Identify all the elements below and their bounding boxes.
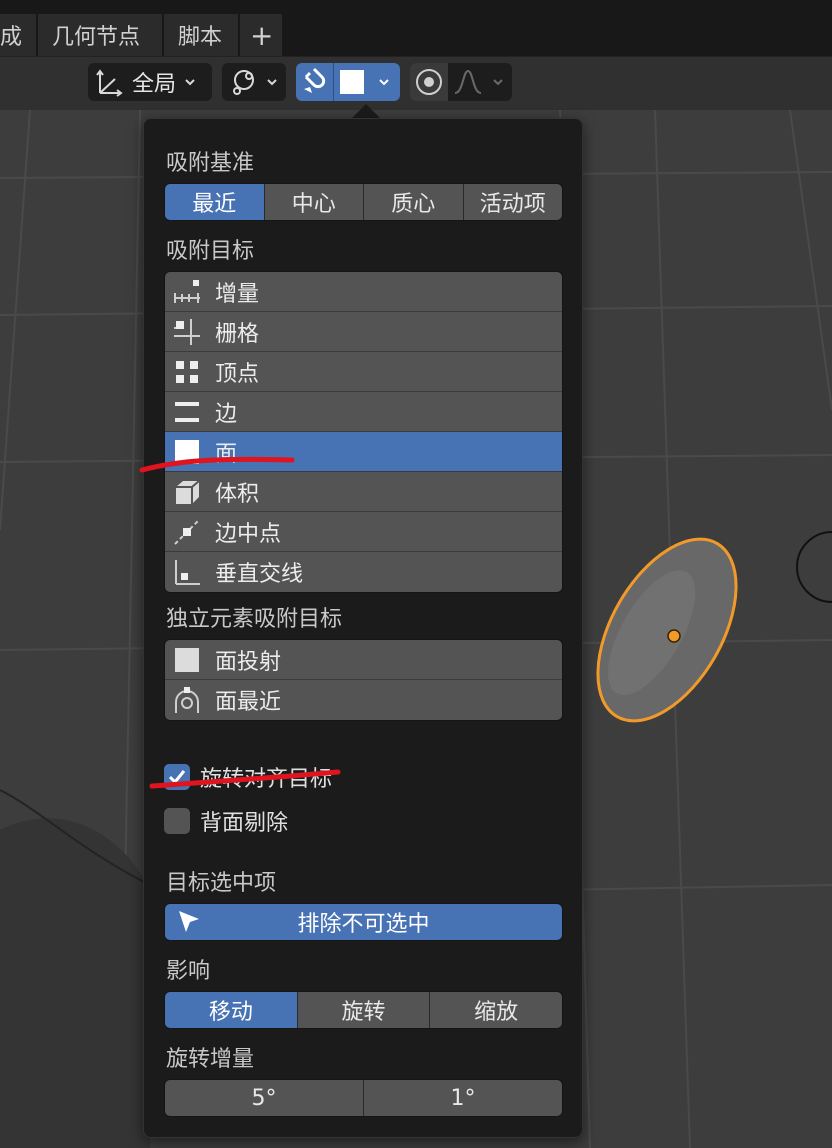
- snap-target-edge[interactable]: 边: [165, 392, 562, 432]
- backface-culling-label: 背面剔除: [200, 811, 289, 836]
- viewport-header: 全局: [0, 56, 832, 110]
- list-item-label: 面: [215, 441, 238, 467]
- grid-icon: [173, 318, 201, 346]
- snap-target-list: 增量 栅格 顶点 边 面 体积 边中点 垂直交线: [164, 271, 563, 593]
- align-rotation-checkbox[interactable]: [164, 764, 190, 790]
- checkmark-icon: [168, 770, 186, 785]
- snap-base-label: 吸附基准: [166, 151, 255, 176]
- face-icon: [173, 438, 201, 466]
- perpendicular-icon: [173, 558, 201, 586]
- snap-target-face[interactable]: 面: [165, 432, 562, 472]
- list-item-label: 垂直交线: [215, 562, 304, 587]
- tab-label: 脚本: [178, 25, 223, 50]
- exclude-nonselectable-button[interactable]: 排除不可选中: [164, 903, 563, 941]
- snap-target-grid[interactable]: 栅格: [165, 312, 562, 352]
- target-selection-label: 目标选中项: [166, 871, 277, 896]
- increment-icon: [173, 278, 201, 306]
- transform-orientation-dropdown[interactable]: 全局: [88, 63, 212, 101]
- snapping-popover: 吸附基准 最近 中心 质心 活动项 吸附目标 增量 栅格 顶点 边 面 体积 边…: [143, 118, 583, 1138]
- tab-scripting[interactable]: 脚本: [164, 14, 238, 56]
- list-item-label: 体积: [215, 481, 260, 507]
- snap-face-icon[interactable]: [334, 69, 370, 95]
- snap-target-edge-center[interactable]: 边中点: [165, 512, 562, 552]
- edge-icon: [173, 398, 201, 426]
- proportional-editing-group: [410, 63, 512, 101]
- magnet-icon[interactable]: [296, 63, 334, 101]
- snap-base-closest[interactable]: 最近: [165, 184, 265, 220]
- snap-target-increment[interactable]: 增量: [165, 272, 562, 312]
- list-item-label: 面投射: [215, 649, 282, 675]
- individual-target-label: 独立元素吸附目标: [166, 607, 343, 632]
- snap-target-volume[interactable]: 体积: [165, 472, 562, 512]
- snap-base-center[interactable]: 中心: [264, 184, 364, 220]
- workspace-tab-bar: 成 几何节点 脚本 +: [0, 0, 832, 56]
- volume-icon: [173, 478, 201, 506]
- tab-label: 成: [0, 25, 23, 50]
- list-item-label: 顶点: [215, 361, 260, 387]
- rotation-increment-field[interactable]: 5°: [165, 1080, 364, 1116]
- list-item-label: 边中点: [215, 521, 282, 547]
- individual-target-list: 面投射 面最近: [164, 639, 563, 721]
- chevron-down-icon: [184, 76, 196, 88]
- snap-target-vertex[interactable]: 顶点: [165, 352, 562, 392]
- align-rotation-row[interactable]: 旋转对齐目标: [164, 761, 332, 793]
- snap-face-nearest[interactable]: 面最近: [165, 680, 562, 720]
- align-rotation-label: 旋转对齐目标: [200, 767, 333, 792]
- tab-geometry-nodes[interactable]: 几何节点: [38, 14, 162, 56]
- snap-target-label: 吸附目标: [166, 239, 255, 264]
- affect-move[interactable]: 移动: [165, 992, 298, 1028]
- snap-face-project[interactable]: 面投射: [165, 640, 562, 680]
- exclude-nonselectable-label: 排除不可选中: [297, 912, 430, 937]
- list-item-label: 边: [215, 401, 238, 427]
- mesh-object-left: [0, 818, 150, 1148]
- pivot-point-dropdown[interactable]: [222, 63, 286, 101]
- edge-midpoint-icon: [173, 518, 201, 546]
- chevron-down-icon[interactable]: [370, 76, 398, 88]
- backface-culling-checkbox[interactable]: [164, 808, 190, 834]
- affect-label: 影响: [166, 959, 211, 984]
- list-item-label: 增量: [215, 281, 260, 307]
- object-origin-point: [667, 629, 681, 643]
- face-nearest-icon: [173, 686, 201, 714]
- chevron-down-icon[interactable]: [488, 76, 508, 88]
- list-item-label: 栅格: [215, 321, 260, 347]
- snap-base-active[interactable]: 活动项: [463, 184, 562, 220]
- tab-modeling[interactable]: 成: [0, 14, 36, 56]
- face-project-icon: [173, 646, 201, 674]
- rotation-increment-label: 旋转增量: [166, 1047, 255, 1072]
- snap-target-perpendicular[interactable]: 垂直交线: [165, 552, 562, 592]
- orientation-axes-icon: [88, 67, 132, 97]
- add-icon: +: [250, 18, 274, 52]
- proportional-edit-icon[interactable]: [410, 63, 448, 101]
- list-item-label: 面最近: [215, 690, 282, 715]
- pivot-icon: [222, 67, 266, 97]
- snap-base-selector: 最近 中心 质心 活动项: [164, 183, 563, 221]
- add-workspace-button[interactable]: +: [240, 14, 282, 56]
- affect-scale[interactable]: 缩放: [430, 992, 562, 1028]
- orientation-label: 全局: [132, 72, 177, 97]
- rotation-increment-precision-field[interactable]: 1°: [364, 1080, 562, 1116]
- affect-selector: 移动 旋转 缩放: [164, 991, 563, 1029]
- tab-label: 几何节点: [52, 25, 141, 50]
- chevron-down-icon: [266, 76, 278, 88]
- viewport-gizmo-edge: [796, 531, 832, 603]
- rotation-increment-fields: 5° 1°: [164, 1079, 563, 1117]
- affect-rotate[interactable]: 旋转: [297, 992, 431, 1028]
- backface-culling-row[interactable]: 背面剔除: [164, 805, 288, 837]
- snap-toggle-group: [296, 63, 400, 101]
- selected-object: [596, 537, 738, 723]
- falloff-curve-icon[interactable]: [448, 67, 488, 97]
- vertex-icon: [173, 358, 201, 386]
- snap-base-median[interactable]: 质心: [364, 184, 464, 220]
